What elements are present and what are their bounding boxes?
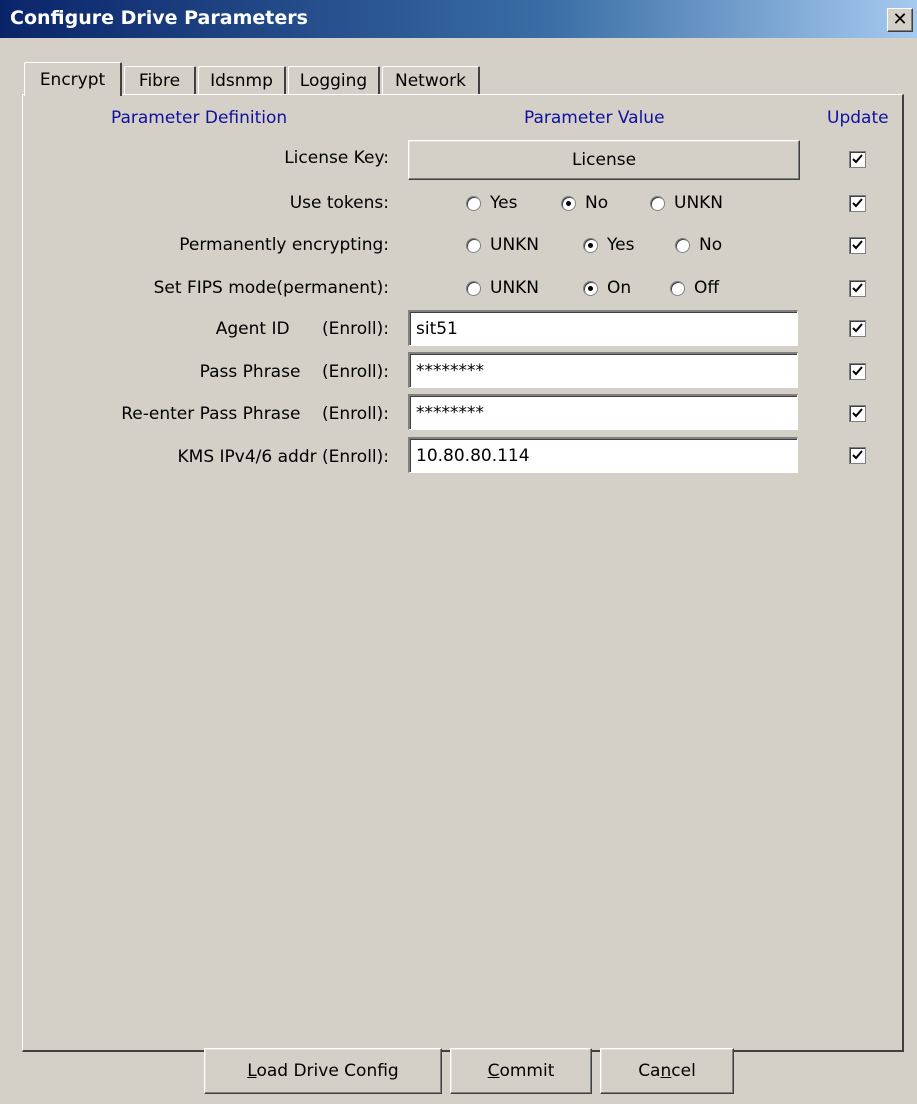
- radio-label: UNKN: [490, 278, 540, 298]
- update-checkbox-kms-addr[interactable]: [849, 447, 866, 464]
- header-update: Update: [827, 108, 889, 128]
- tab-label: Logging: [299, 70, 368, 91]
- tab-label: Fibre: [138, 70, 181, 91]
- license-button-label: License: [571, 150, 637, 170]
- radio-label: Yes: [607, 235, 635, 255]
- check-icon: [852, 154, 863, 164]
- perm-encrypting-no-radio[interactable]: No: [675, 235, 722, 255]
- fips-mode-label: Set FIPS mode(permanent):: [153, 278, 389, 298]
- fips-mode-radio-group: UNKN On Off: [466, 278, 766, 302]
- tab-label: Encrypt: [39, 69, 106, 90]
- tab-encrypt[interactable]: Encrypt: [24, 62, 122, 96]
- check-icon: [852, 450, 863, 460]
- reenter-pass-phrase-value: ********: [416, 402, 484, 423]
- check-icon: [852, 283, 863, 293]
- radio-selected-icon: [583, 280, 598, 296]
- radio-label: On: [607, 278, 632, 298]
- use-tokens-label: Use tokens:: [289, 193, 389, 213]
- radio-selected-icon: [583, 237, 598, 253]
- tab-fibre[interactable]: Fibre: [124, 66, 196, 94]
- check-icon: [852, 366, 863, 376]
- use-tokens-no-radio[interactable]: No: [561, 193, 608, 213]
- cancel-button[interactable]: Cancel: [600, 1048, 734, 1094]
- pass-phrase-value: ********: [416, 360, 484, 381]
- update-checkbox-use-tokens[interactable]: [849, 195, 866, 212]
- fips-off-radio[interactable]: Off: [670, 278, 719, 298]
- window-title: Configure Drive Parameters: [10, 7, 308, 29]
- close-icon: ✕: [892, 9, 908, 30]
- reenter-pass-phrase-input[interactable]: ********: [408, 394, 798, 430]
- radio-label: No: [699, 235, 723, 255]
- update-checkbox-reenter-pass[interactable]: [849, 405, 866, 422]
- license-key-label: License Key:: [284, 148, 389, 168]
- use-tokens-yes-radio[interactable]: Yes: [466, 193, 517, 213]
- title-bar: Configure Drive Parameters ✕: [0, 0, 917, 38]
- mnemonic: n: [660, 1061, 672, 1081]
- tab-idsnmp[interactable]: Idsnmp: [198, 66, 286, 94]
- update-checkbox-pass-phrase[interactable]: [849, 363, 866, 380]
- radio-icon: [466, 237, 481, 253]
- use-tokens-unkn-radio[interactable]: UNKN: [650, 193, 723, 213]
- pass-phrase-label: Pass Phrase (Enroll):: [199, 362, 389, 382]
- load-drive-config-button[interactable]: Load Drive Config: [204, 1048, 442, 1094]
- update-checkbox-agent-id[interactable]: [849, 320, 866, 337]
- encrypt-panel: [22, 94, 904, 1052]
- permanently-encrypting-label: Permanently encrypting:: [179, 235, 389, 255]
- load-drive-config-label: Load Drive Config: [247, 1061, 398, 1081]
- check-icon: [852, 198, 863, 208]
- kms-addr-label: KMS IPv4/6 addr (Enroll):: [177, 447, 389, 467]
- radio-label: UNKN: [674, 193, 724, 213]
- pass-phrase-input[interactable]: ********: [408, 352, 798, 388]
- label-rest: oad Drive Config: [256, 1061, 399, 1081]
- kms-addr-input[interactable]: 10.80.80.114: [408, 437, 798, 473]
- update-checkbox-perm-encrypting[interactable]: [849, 237, 866, 254]
- radio-label: Off: [694, 278, 720, 298]
- check-icon: [852, 240, 863, 250]
- cancel-label: Cancel: [638, 1061, 696, 1081]
- label-pre: Ca: [638, 1061, 661, 1081]
- kms-addr-value: 10.80.80.114: [416, 445, 530, 466]
- use-tokens-radio-group: Yes No UNKN: [466, 193, 766, 217]
- update-checkbox-fips[interactable]: [849, 280, 866, 297]
- tab-label: Network: [395, 70, 466, 91]
- radio-label: Yes: [490, 193, 518, 213]
- radio-label: No: [585, 193, 609, 213]
- agent-id-input[interactable]: sit51: [408, 310, 798, 346]
- header-parameter-value: Parameter Value: [524, 108, 665, 128]
- perm-encrypting-unkn-radio[interactable]: UNKN: [466, 235, 539, 255]
- agent-id-value: sit51: [416, 318, 458, 339]
- tab-label: Idsnmp: [210, 70, 273, 91]
- reenter-pass-phrase-label: Re-enter Pass Phrase (Enroll):: [121, 404, 389, 424]
- radio-icon: [670, 280, 685, 296]
- mnemonic: C: [487, 1061, 500, 1081]
- radio-icon: [675, 237, 690, 253]
- radio-selected-icon: [561, 195, 576, 211]
- update-checkbox-license[interactable]: [849, 151, 866, 168]
- check-icon: [852, 408, 863, 418]
- label-rest: ommit: [499, 1061, 555, 1081]
- header-parameter-definition: Parameter Definition: [111, 108, 288, 128]
- radio-icon: [650, 195, 665, 211]
- commit-button[interactable]: Commit: [450, 1048, 592, 1094]
- fips-unkn-radio[interactable]: UNKN: [466, 278, 539, 298]
- radio-label: UNKN: [490, 235, 540, 255]
- close-button[interactable]: ✕: [887, 8, 913, 32]
- license-button[interactable]: License: [408, 140, 800, 180]
- perm-encrypting-yes-radio[interactable]: Yes: [583, 235, 634, 255]
- check-icon: [852, 323, 863, 333]
- radio-icon: [466, 195, 481, 211]
- permanently-encrypting-radio-group: UNKN Yes No: [466, 235, 766, 259]
- tab-logging[interactable]: Logging: [288, 66, 380, 94]
- radio-icon: [466, 280, 481, 296]
- fips-on-radio[interactable]: On: [583, 278, 631, 298]
- agent-id-label: Agent ID (Enroll):: [215, 319, 389, 339]
- commit-label: Commit: [488, 1061, 555, 1081]
- tab-network[interactable]: Network: [382, 66, 480, 94]
- label-rest: cel: [671, 1061, 696, 1081]
